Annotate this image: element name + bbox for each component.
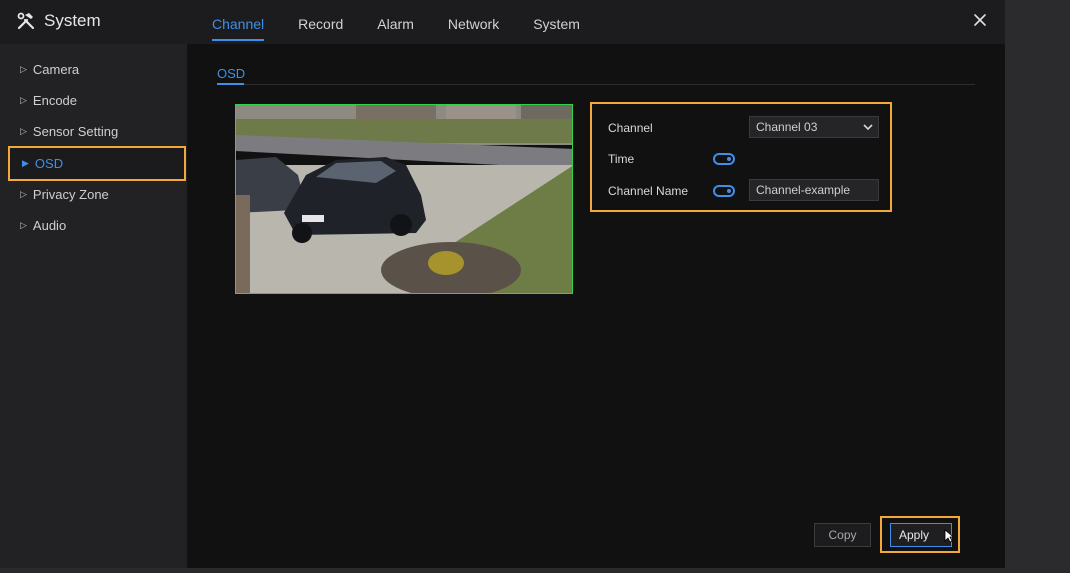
- background-strip: [1005, 0, 1070, 568]
- camera-preview-image: [236, 105, 572, 293]
- sidebar-item-camera[interactable]: ▷ Camera: [8, 54, 186, 85]
- sidebar-item-label: Camera: [32, 62, 80, 77]
- channel-select[interactable]: Channel 03: [749, 116, 879, 138]
- sidebar-item-sensor-setting[interactable]: ▷ Sensor Setting: [8, 116, 186, 147]
- sidebar-item-osd[interactable]: ▶ OSD: [8, 146, 186, 181]
- tab-record[interactable]: Record: [298, 0, 343, 44]
- mouse-cursor-icon: [944, 529, 954, 543]
- apply-button[interactable]: Apply: [890, 523, 952, 547]
- sidebar-item-label: Encode: [32, 93, 78, 108]
- triangle-right-icon: ▷: [20, 220, 27, 230]
- tab-network[interactable]: Network: [448, 0, 499, 44]
- apply-button-label: Apply: [898, 528, 930, 542]
- sidebar-item-label: Audio: [32, 218, 67, 233]
- subtab-divider: [217, 84, 975, 85]
- apply-button-highlight: Apply: [880, 516, 960, 553]
- close-icon[interactable]: [972, 12, 988, 28]
- sidebar-item-privacy-zone[interactable]: ▷ Privacy Zone: [8, 179, 186, 210]
- tab-alarm[interactable]: Alarm: [377, 0, 414, 44]
- triangle-right-icon: ▷: [20, 189, 27, 199]
- triangle-right-icon: ▷: [20, 64, 27, 74]
- hammer-wrench-icon: [17, 12, 35, 30]
- app-title: System: [16, 11, 101, 31]
- sidebar-item-label: OSD: [34, 156, 64, 171]
- triangle-right-icon: ▷: [20, 95, 27, 105]
- channel-select-value: Channel 03: [756, 120, 818, 134]
- triangle-right-icon: ▷: [20, 126, 27, 136]
- chevron-down-icon: [863, 124, 873, 131]
- tab-channel[interactable]: Channel: [212, 0, 265, 44]
- toggle-icon: [727, 189, 731, 193]
- sidebar-item-label: Sensor Setting: [32, 124, 119, 139]
- sidebar-item-encode[interactable]: ▷ Encode: [8, 85, 186, 116]
- subtab-active-indicator: [217, 83, 244, 85]
- triangle-right-icon: ▶: [22, 158, 29, 168]
- sidebar: ▷ Camera ▷ Encode ▷ Sensor Setting ▶ OSD…: [0, 44, 187, 568]
- time-toggle[interactable]: [713, 153, 735, 165]
- sidebar-item-audio[interactable]: ▷ Audio: [8, 210, 186, 241]
- osd-settings-panel: Channel Channel 03 Time Channel Name: [590, 102, 892, 212]
- channel-name-label: Channel Name: [608, 184, 689, 198]
- toggle-icon: [727, 157, 731, 161]
- camera-preview: [235, 104, 573, 294]
- app-title-label: System: [44, 11, 101, 30]
- channel-label: Channel: [608, 121, 653, 135]
- copy-button[interactable]: Copy: [814, 523, 871, 547]
- subtab-osd[interactable]: OSD: [217, 66, 245, 81]
- channel-name-toggle[interactable]: [713, 185, 735, 197]
- channel-name-input[interactable]: [749, 179, 879, 201]
- settings-window: System Channel Record Alarm Network Syst…: [0, 0, 1005, 568]
- tab-system[interactable]: System: [533, 0, 580, 44]
- sidebar-item-label: Privacy Zone: [32, 187, 109, 202]
- top-bar: System Channel Record Alarm Network Syst…: [0, 0, 1005, 44]
- top-tabs: Channel Record Alarm Network System: [212, 0, 614, 44]
- time-label: Time: [608, 152, 635, 166]
